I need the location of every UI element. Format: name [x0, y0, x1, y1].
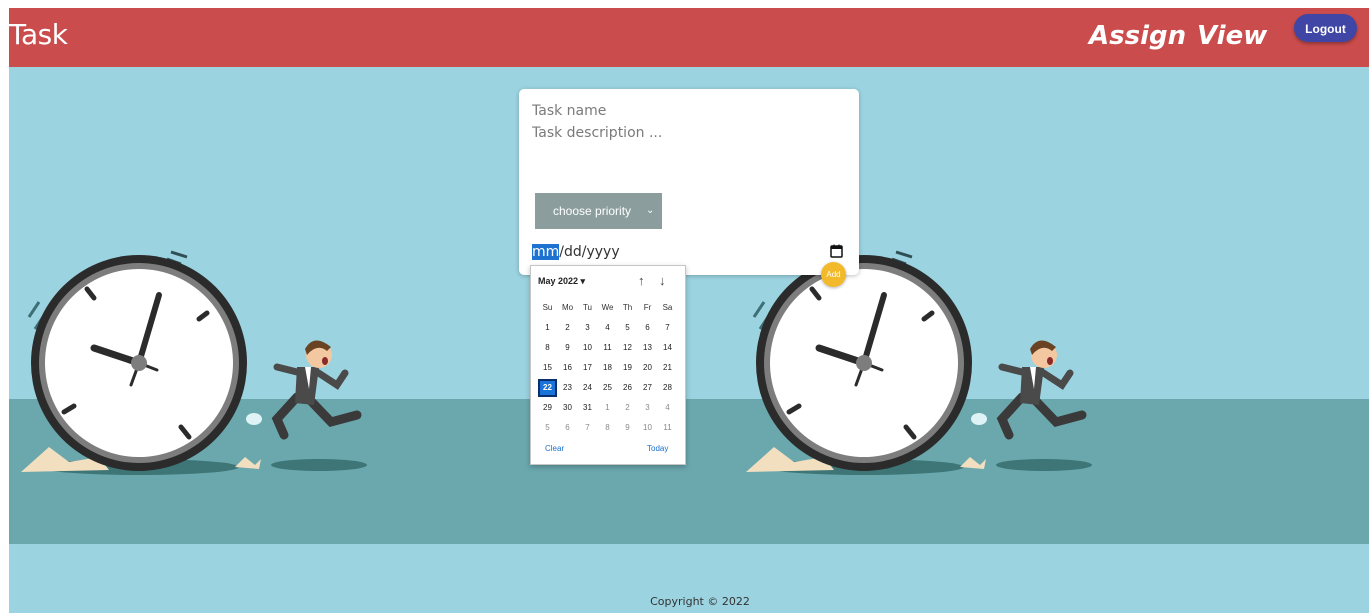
caret-down-icon: ▾ — [580, 276, 586, 286]
weekday-header: Fr — [643, 303, 652, 312]
calendar-day[interactable]: 25 — [598, 379, 617, 397]
calendar-day[interactable]: 1 — [538, 319, 557, 337]
weekday-header: Mo — [561, 303, 574, 312]
today-button[interactable]: Today — [647, 444, 668, 453]
calendar-day[interactable]: 28 — [658, 379, 677, 397]
weekday-header: Su — [542, 303, 553, 312]
calendar-day[interactable]: 10 — [638, 419, 657, 437]
calendar-day[interactable]: 14 — [658, 339, 677, 357]
weekday-header: Th — [622, 303, 633, 312]
task-description-input[interactable] — [532, 125, 842, 185]
date-rest-segment[interactable]: /dd/yyyy — [559, 244, 619, 260]
weekday-header: Tu — [582, 303, 593, 312]
calendar-day[interactable]: 8 — [598, 419, 617, 437]
copyright-text: Copyright © 2022 — [650, 595, 750, 608]
logout-button[interactable]: Logout — [1294, 14, 1357, 42]
calendar-day[interactable]: 8 — [538, 339, 557, 357]
due-date-input[interactable]: mm/dd/yyyy — [532, 242, 848, 264]
calendar-day[interactable]: 7 — [578, 419, 597, 437]
calendar-day[interactable]: 29 — [538, 399, 557, 417]
calendar-day[interactable]: 4 — [598, 319, 617, 337]
calendar-day[interactable]: 1 — [598, 399, 617, 417]
calendar-day[interactable]: 7 — [658, 319, 677, 337]
calendar-day[interactable]: 15 — [538, 359, 557, 377]
calendar-day[interactable]: 3 — [638, 399, 657, 417]
calendar-day[interactable]: 3 — [578, 319, 597, 337]
calendar-day[interactable]: 10 — [578, 339, 597, 357]
nav-link-assign[interactable]: Assign — [1089, 21, 1186, 51]
arrow-up-icon[interactable]: ↑ — [638, 273, 645, 288]
calendar-day[interactable]: 6 — [638, 319, 657, 337]
calendar-day[interactable]: 9 — [618, 419, 637, 437]
calendar-day[interactable]: 23 — [558, 379, 577, 397]
running-man-left — [271, 340, 367, 471]
calendar-day[interactable]: 11 — [598, 339, 617, 357]
calendar-day[interactable]: 26 — [618, 379, 637, 397]
add-task-button[interactable]: Add — [821, 262, 846, 287]
month-year-label: May 2022 — [538, 276, 579, 286]
calendar-day[interactable]: 5 — [618, 319, 637, 337]
priority-select-label: choose priority — [553, 204, 632, 218]
priority-select[interactable]: choose priority ⌄ — [535, 193, 662, 229]
calendar-day[interactable]: 11 — [658, 419, 677, 437]
nav-link-view[interactable]: View — [1197, 21, 1267, 51]
task-name-input[interactable] — [532, 101, 832, 121]
brand-title[interactable]: Task — [9, 18, 68, 52]
calendar-day-selected[interactable]: 22 — [538, 379, 557, 397]
calendar-day[interactable]: 13 — [638, 339, 657, 357]
calendar-day[interactable]: 6 — [558, 419, 577, 437]
calendar-day[interactable]: 17 — [578, 359, 597, 377]
calendar-day[interactable]: 4 — [658, 399, 677, 417]
weekday-header: We — [601, 303, 614, 312]
calendar-icon[interactable] — [830, 244, 843, 258]
month-year-dropdown[interactable]: May 2022 ▾ — [538, 276, 585, 287]
calendar-day[interactable]: 24 — [578, 379, 597, 397]
chevron-down-icon: ⌄ — [646, 205, 655, 216]
calendar-day[interactable]: 2 — [558, 319, 577, 337]
date-month-segment[interactable]: mm — [532, 244, 560, 260]
weekday-header: Sa — [662, 303, 673, 312]
page: Copyright © 2022 Task Assign View Logout… — [0, 0, 1369, 613]
calendar-day[interactable]: 30 — [558, 399, 577, 417]
calendar-day[interactable]: 5 — [538, 419, 557, 437]
calendar-day[interactable]: 12 — [618, 339, 637, 357]
calendar-day[interactable]: 20 — [638, 359, 657, 377]
clear-date-button[interactable]: Clear — [545, 444, 564, 453]
calendar-day[interactable]: 21 — [658, 359, 677, 377]
arrow-down-icon[interactable]: ↓ — [659, 273, 666, 288]
calendar-day[interactable]: 2 — [618, 399, 637, 417]
calendar-day[interactable]: 19 — [618, 359, 637, 377]
task-form-card: choose priority ⌄ mm/dd/yyyy — [519, 89, 859, 275]
date-value: mm/dd/yyyy — [532, 243, 620, 261]
date-picker-popup: May 2022 ▾ ↑ ↓ Su Mo Tu We Th Fr Sa 1 2 3 4 5 6 7 8 9 10… — [530, 265, 686, 465]
calendar-day[interactable]: 9 — [558, 339, 577, 357]
clock-illustration-right — [746, 250, 987, 475]
navbar: Task Assign View Logout — [9, 8, 1369, 67]
calendar-day[interactable]: 18 — [598, 359, 617, 377]
running-man-right — [996, 340, 1092, 471]
calendar-day[interactable]: 16 — [558, 359, 577, 377]
calendar-day[interactable]: 31 — [578, 399, 597, 417]
calendar-day[interactable]: 27 — [638, 379, 657, 397]
clock-illustration-left — [21, 250, 262, 475]
